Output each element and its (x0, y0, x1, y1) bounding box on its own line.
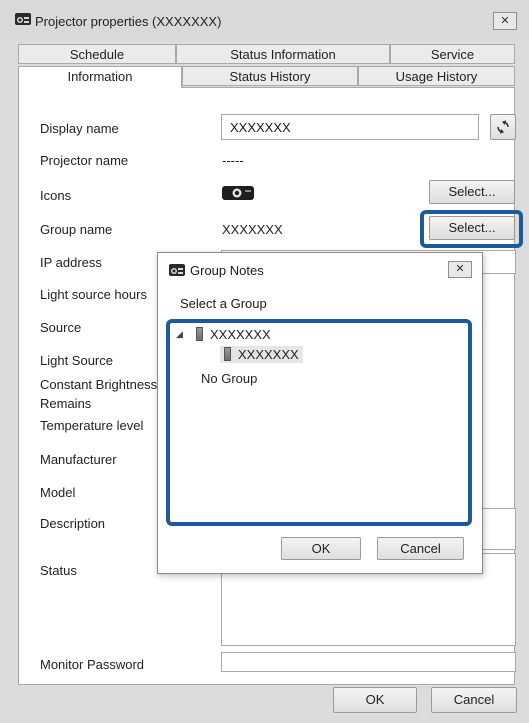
projector-name-label: Projector name (40, 153, 129, 168)
monitor-password-label: Monitor Password (40, 657, 145, 672)
title-bar: Projector properties (XXXXXXX) ✕ (0, 0, 529, 40)
projector-name-value: ----- (222, 153, 244, 168)
dialog-close-icon[interactable]: ✕ (448, 261, 472, 278)
tab-schedule[interactable]: Schedule (18, 44, 176, 64)
icons-label: Icons (40, 188, 72, 203)
model-label: Model (40, 485, 76, 500)
status-label: Status (40, 563, 77, 578)
select-group-prompt: Select a Group (180, 296, 267, 311)
light-source-hours-label: Light source hours (40, 287, 147, 302)
refresh-button[interactable] (490, 114, 516, 140)
tab-information[interactable]: Information (18, 66, 182, 88)
light-source-label: Light Source (40, 353, 113, 368)
remains-label: Remains (40, 396, 92, 411)
constant-brightness-label: Constant Brightness (40, 377, 158, 392)
window-title: Projector properties (XXXXXXX) (35, 14, 222, 29)
dialog-cancel-button[interactable]: Cancel (377, 537, 464, 560)
projector-properties-window: Projector properties (XXXXXXX) ✕ Schedul… (0, 0, 529, 723)
group-notes-dialog: Group Notes ✕ Select a Group ◢ XXXXXXX X… (157, 252, 483, 574)
display-name-value: XXXXXXX (230, 120, 291, 135)
dialog-title-bar: Group Notes ✕ (158, 253, 482, 287)
ip-address-label: IP address (40, 255, 102, 270)
tab-service[interactable]: Service (390, 44, 515, 64)
projector-icon (222, 186, 254, 200)
group-tree-highlight (166, 319, 472, 526)
cancel-button[interactable]: Cancel (431, 687, 517, 713)
icons-select-button[interactable]: Select... (429, 180, 515, 204)
manufacturer-label: Manufacturer (40, 452, 117, 467)
display-name-field[interactable]: XXXXXXX (221, 114, 479, 140)
group-notes-icon (169, 264, 185, 276)
dialog-ok-button[interactable]: OK (281, 537, 361, 560)
tab-usage-history[interactable]: Usage History (358, 66, 515, 86)
projector-properties-icon (15, 13, 31, 25)
group-select-button[interactable]: Select... (429, 216, 515, 240)
group-name-label: Group name (40, 222, 113, 237)
dialog-title: Group Notes (190, 263, 264, 278)
tab-status-history[interactable]: Status History (182, 66, 358, 86)
temperature-level-label: Temperature level (40, 418, 144, 433)
display-name-label: Display name (40, 121, 119, 136)
ok-button[interactable]: OK (333, 687, 417, 713)
monitor-password-field[interactable] (221, 652, 516, 672)
refresh-icon (497, 120, 509, 134)
close-icon[interactable]: ✕ (493, 12, 517, 30)
group-name-value: XXXXXXX (222, 222, 283, 237)
source-label: Source (40, 320, 82, 335)
description-label: Description (40, 516, 106, 531)
tab-status-information[interactable]: Status Information (176, 44, 390, 64)
